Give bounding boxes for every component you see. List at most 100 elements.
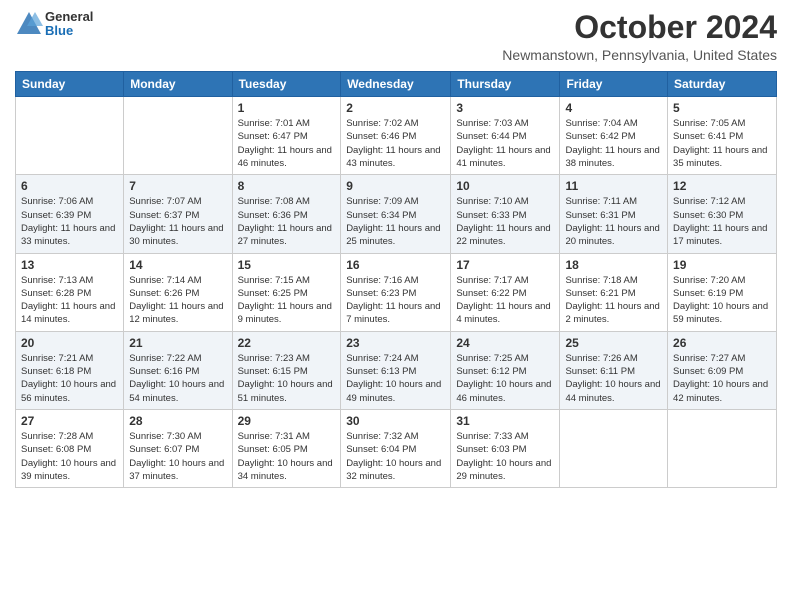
day-number: 19	[673, 258, 771, 272]
calendar-cell	[560, 409, 668, 487]
day-info: Sunrise: 7:12 AM Sunset: 6:30 PM Dayligh…	[673, 195, 771, 248]
day-info: Sunrise: 7:08 AM Sunset: 6:36 PM Dayligh…	[238, 195, 336, 248]
day-number: 22	[238, 336, 336, 350]
day-number: 13	[21, 258, 118, 272]
col-saturday: Saturday	[668, 72, 777, 97]
calendar-cell: 27Sunrise: 7:28 AM Sunset: 6:08 PM Dayli…	[16, 409, 124, 487]
day-number: 12	[673, 179, 771, 193]
calendar-cell: 16 Sunrise: 7:16 AM Sunset: 6:23 PM Dayli…	[341, 253, 451, 331]
day-number: 28	[129, 414, 226, 428]
day-number: 21	[129, 336, 226, 350]
day-info: Sunrise: 7:25 AM Sunset: 6:12 PM Dayligh…	[456, 352, 554, 405]
day-number: 24	[456, 336, 554, 350]
day-info: Sunrise: 7:27 AM Sunset: 6:09 PM Dayligh…	[673, 352, 771, 405]
calendar-cell: 9Sunrise: 7:09 AM Sunset: 6:34 PM Daylig…	[341, 175, 451, 253]
calendar-cell: 2Sunrise: 7:02 AM Sunset: 6:46 PM Daylig…	[341, 97, 451, 175]
calendar-week-1: 1 Sunrise: 7:01 AM Sunset: 6:47 PM Daylig…	[16, 97, 777, 175]
day-info: Sunrise: 7:01 AM Sunset: 6:47 PM Dayligh…	[238, 117, 336, 170]
day-info: Sunrise: 7:17 AM Sunset: 6:22 PM Dayligh…	[456, 274, 554, 327]
calendar-week-3: 13Sunrise: 7:13 AM Sunset: 6:28 PM Dayli…	[16, 253, 777, 331]
calendar-cell: 10 Sunrise: 7:10 AM Sunset: 6:33 PM Dayli…	[451, 175, 560, 253]
day-info: Sunrise: 7:15 AM Sunset: 6:25 PM Dayligh…	[238, 274, 336, 327]
day-info: Sunrise: 7:31 AM Sunset: 6:05 PM Dayligh…	[238, 430, 336, 483]
calendar-cell: 26 Sunrise: 7:27 AM Sunset: 6:09 PM Dayli…	[668, 331, 777, 409]
day-info: Sunrise: 7:18 AM Sunset: 6:21 PM Dayligh…	[565, 274, 662, 327]
day-number: 20	[21, 336, 118, 350]
calendar-cell	[668, 409, 777, 487]
location-title: Newmanstown, Pennsylvania, United States	[502, 47, 777, 63]
day-info: Sunrise: 7:11 AM Sunset: 6:31 PM Dayligh…	[565, 195, 662, 248]
day-info: Sunrise: 7:05 AM Sunset: 6:41 PM Dayligh…	[673, 117, 771, 170]
day-number: 4	[565, 101, 662, 115]
day-number: 11	[565, 179, 662, 193]
day-info: Sunrise: 7:32 AM Sunset: 6:04 PM Dayligh…	[346, 430, 445, 483]
day-info: Sunrise: 7:30 AM Sunset: 6:07 PM Dayligh…	[129, 430, 226, 483]
calendar-cell: 24 Sunrise: 7:25 AM Sunset: 6:12 PM Dayli…	[451, 331, 560, 409]
day-number: 6	[21, 179, 118, 193]
day-number: 16	[346, 258, 445, 272]
day-number: 1	[238, 101, 336, 115]
day-info: Sunrise: 7:20 AM Sunset: 6:19 PM Dayligh…	[673, 274, 771, 327]
calendar-cell: 11 Sunrise: 7:11 AM Sunset: 6:31 PM Dayli…	[560, 175, 668, 253]
day-info: Sunrise: 7:28 AM Sunset: 6:08 PM Dayligh…	[21, 430, 118, 483]
day-number: 23	[346, 336, 445, 350]
logo-general-text: General	[45, 10, 93, 24]
calendar-cell: 18Sunrise: 7:18 AM Sunset: 6:21 PM Dayli…	[560, 253, 668, 331]
logo: General Blue	[15, 10, 93, 39]
day-number: 7	[129, 179, 226, 193]
page: General Blue October 2024 Newmanstown, P…	[0, 0, 792, 612]
logo-blue-text: Blue	[45, 24, 93, 38]
col-thursday: Thursday	[451, 72, 560, 97]
day-info: Sunrise: 7:33 AM Sunset: 6:03 PM Dayligh…	[456, 430, 554, 483]
calendar-cell: 31 Sunrise: 7:33 AM Sunset: 6:03 PM Dayli…	[451, 409, 560, 487]
day-info: Sunrise: 7:02 AM Sunset: 6:46 PM Dayligh…	[346, 117, 445, 170]
calendar-cell: 17 Sunrise: 7:17 AM Sunset: 6:22 PM Dayli…	[451, 253, 560, 331]
calendar-week-4: 20 Sunrise: 7:21 AM Sunset: 6:18 PM Dayli…	[16, 331, 777, 409]
day-number: 17	[456, 258, 554, 272]
day-number: 30	[346, 414, 445, 428]
calendar-cell: 21Sunrise: 7:22 AM Sunset: 6:16 PM Dayli…	[124, 331, 232, 409]
calendar-cell: 25Sunrise: 7:26 AM Sunset: 6:11 PM Dayli…	[560, 331, 668, 409]
calendar-cell: 29 Sunrise: 7:31 AM Sunset: 6:05 PM Dayli…	[232, 409, 341, 487]
day-info: Sunrise: 7:16 AM Sunset: 6:23 PM Dayligh…	[346, 274, 445, 327]
calendar-cell: 5 Sunrise: 7:05 AM Sunset: 6:41 PM Daylig…	[668, 97, 777, 175]
day-info: Sunrise: 7:21 AM Sunset: 6:18 PM Dayligh…	[21, 352, 118, 405]
day-info: Sunrise: 7:14 AM Sunset: 6:26 PM Dayligh…	[129, 274, 226, 327]
col-wednesday: Wednesday	[341, 72, 451, 97]
col-sunday: Sunday	[16, 72, 124, 97]
day-info: Sunrise: 7:06 AM Sunset: 6:39 PM Dayligh…	[21, 195, 118, 248]
day-info: Sunrise: 7:04 AM Sunset: 6:42 PM Dayligh…	[565, 117, 662, 170]
col-tuesday: Tuesday	[232, 72, 341, 97]
day-number: 29	[238, 414, 336, 428]
calendar: Sunday Monday Tuesday Wednesday Thursday…	[15, 71, 777, 488]
calendar-week-5: 27Sunrise: 7:28 AM Sunset: 6:08 PM Dayli…	[16, 409, 777, 487]
calendar-cell	[16, 97, 124, 175]
calendar-cell: 4 Sunrise: 7:04 AM Sunset: 6:42 PM Daylig…	[560, 97, 668, 175]
logo-text: General Blue	[45, 10, 93, 39]
calendar-cell: 23 Sunrise: 7:24 AM Sunset: 6:13 PM Dayli…	[341, 331, 451, 409]
day-number: 31	[456, 414, 554, 428]
day-number: 14	[129, 258, 226, 272]
day-info: Sunrise: 7:23 AM Sunset: 6:15 PM Dayligh…	[238, 352, 336, 405]
day-number: 10	[456, 179, 554, 193]
calendar-cell: 7Sunrise: 7:07 AM Sunset: 6:37 PM Daylig…	[124, 175, 232, 253]
col-monday: Monday	[124, 72, 232, 97]
calendar-cell	[124, 97, 232, 175]
calendar-cell: 30 Sunrise: 7:32 AM Sunset: 6:04 PM Dayli…	[341, 409, 451, 487]
col-friday: Friday	[560, 72, 668, 97]
day-info: Sunrise: 7:10 AM Sunset: 6:33 PM Dayligh…	[456, 195, 554, 248]
calendar-cell: 22 Sunrise: 7:23 AM Sunset: 6:15 PM Dayli…	[232, 331, 341, 409]
day-info: Sunrise: 7:26 AM Sunset: 6:11 PM Dayligh…	[565, 352, 662, 405]
calendar-week-2: 6 Sunrise: 7:06 AM Sunset: 6:39 PM Daylig…	[16, 175, 777, 253]
day-info: Sunrise: 7:24 AM Sunset: 6:13 PM Dayligh…	[346, 352, 445, 405]
calendar-cell: 20 Sunrise: 7:21 AM Sunset: 6:18 PM Dayli…	[16, 331, 124, 409]
month-title: October 2024	[502, 10, 777, 45]
day-number: 5	[673, 101, 771, 115]
calendar-cell: 14 Sunrise: 7:14 AM Sunset: 6:26 PM Dayli…	[124, 253, 232, 331]
calendar-cell: 3Sunrise: 7:03 AM Sunset: 6:44 PM Daylig…	[451, 97, 560, 175]
title-block: October 2024 Newmanstown, Pennsylvania, …	[502, 10, 777, 63]
day-number: 8	[238, 179, 336, 193]
day-number: 26	[673, 336, 771, 350]
day-info: Sunrise: 7:09 AM Sunset: 6:34 PM Dayligh…	[346, 195, 445, 248]
header: General Blue October 2024 Newmanstown, P…	[15, 10, 777, 63]
